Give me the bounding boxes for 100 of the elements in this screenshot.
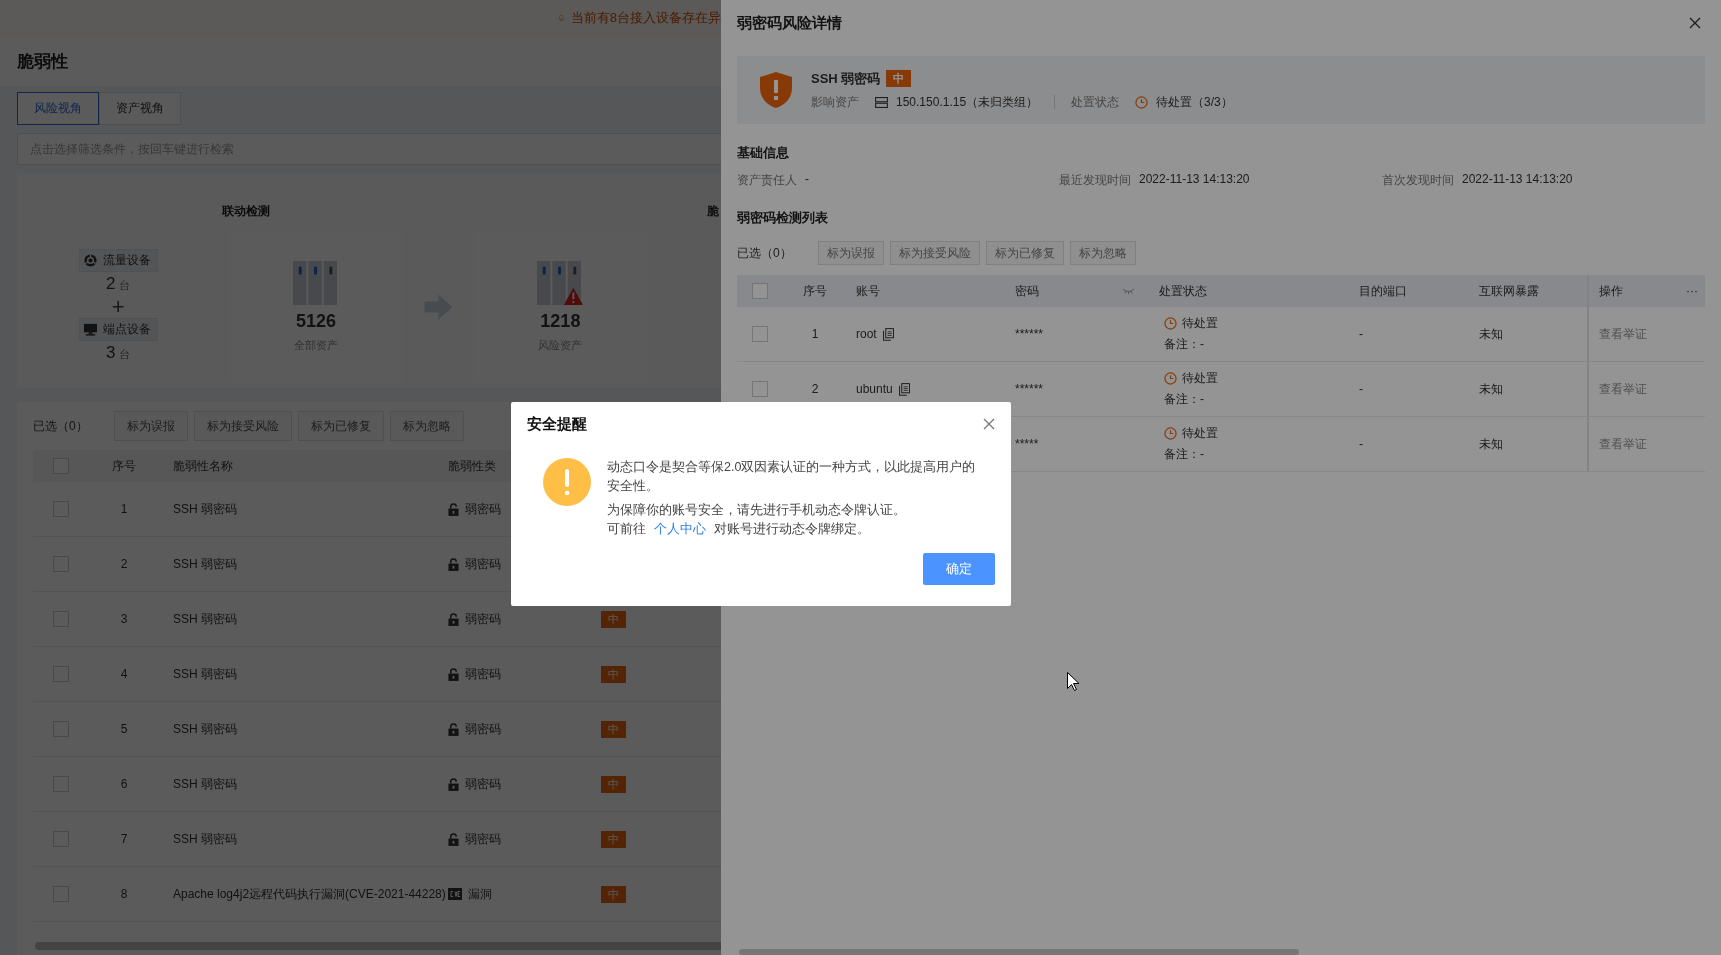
- device-label: 流量设备: [102, 252, 151, 269]
- table-cell: 漏洞: [468, 885, 492, 903]
- table-cell-text: *****: [1014, 437, 1040, 451]
- table-cell: 弱密码: [465, 830, 501, 848]
- column-header: 密码: [1015, 282, 1039, 300]
- personal-center-link[interactable]: 个人中心: [654, 520, 706, 539]
- selected-count: 已选（0）: [737, 244, 792, 262]
- risk-name: SSH 弱密码: [811, 69, 881, 88]
- table-cell: 弱密码: [465, 610, 501, 628]
- copy-icon[interactable]: [898, 382, 910, 396]
- field-label: 影响资产: [811, 93, 859, 111]
- selected-count: 已选（0）: [33, 417, 88, 435]
- field-label: 资产责任人: [737, 172, 797, 189]
- dialog-message: 对账号进行动态令牌绑定。: [714, 521, 870, 538]
- table-cell: root: [856, 327, 877, 341]
- scrollbar[interactable]: [739, 949, 1299, 955]
- eye-closed-icon[interactable]: [1122, 287, 1135, 295]
- status-value: 待处置（3/3）: [1156, 93, 1233, 111]
- dialog-title: 安全提醒: [527, 414, 587, 434]
- lock-icon: [448, 557, 459, 571]
- table-cell-text: 1: [119, 502, 129, 516]
- table-cell-text: -: [1358, 327, 1364, 341]
- table-cell-text: SSH 弱密码: [172, 830, 238, 848]
- device-label: 端点设备: [102, 321, 151, 338]
- notice-text: 当前有8台接入设备存在异: [570, 9, 721, 27]
- lock-icon: [448, 777, 459, 791]
- view-tab[interactable]: 风险视角: [17, 92, 99, 125]
- section-title: 脆: [707, 204, 719, 218]
- confirm-button[interactable]: 确定: [923, 553, 995, 585]
- plus-sign: +: [111, 296, 125, 318]
- lock-icon: [448, 612, 459, 626]
- status-text: 待处置: [1182, 315, 1218, 332]
- dialog-message: 为保障你的账号安全，请先进行手机动态令牌认证。: [607, 502, 907, 519]
- table-cell-text: 2: [119, 557, 129, 571]
- table-cell: 弱密码: [465, 500, 501, 518]
- field-value: 2022-11-13 14:13:20: [1139, 172, 1250, 188]
- table-cell: ubuntu: [856, 382, 893, 396]
- drawer-title: 弱密码风险详情: [737, 13, 842, 33]
- table-cell: 弱密码: [465, 665, 501, 683]
- column-header: 序号: [111, 457, 137, 475]
- table-cell-text: SSH 弱密码: [172, 500, 238, 518]
- table-cell: 2: [811, 382, 819, 396]
- note-text: 备注：-: [1164, 391, 1204, 408]
- view-tab[interactable]: 资产视角: [99, 92, 181, 125]
- stat-value: 1218: [540, 311, 581, 332]
- field-value: -: [805, 172, 809, 188]
- lock-icon: [448, 722, 459, 736]
- table-cell-text: 6: [119, 777, 129, 791]
- clock-icon: [1135, 95, 1149, 109]
- column-header: 账号: [855, 282, 881, 300]
- shield-icon: [759, 71, 793, 109]
- device-count: 3: [105, 343, 116, 363]
- table-cell-text: 未知: [1478, 435, 1504, 453]
- monitor-icon: [82, 322, 98, 337]
- warning-icon: [543, 458, 591, 506]
- table-cell-text: ******: [1014, 327, 1045, 341]
- status-text: 待处置: [1182, 425, 1218, 442]
- globe-icon: [82, 253, 98, 268]
- table-cell-text: -: [1358, 437, 1364, 451]
- field-label: 最近发现时间: [1059, 172, 1131, 189]
- table-cell-text: SSH 弱密码: [172, 555, 238, 573]
- asset-value: 150.150.1.15（未归类组）: [896, 93, 1039, 111]
- table-cell-text: 7: [119, 832, 129, 846]
- lock-icon: [448, 667, 459, 681]
- select-all-checkbox[interactable]: [752, 283, 768, 299]
- section-title: 联动检测: [220, 203, 271, 220]
- table-cell: 弱密码: [465, 555, 501, 573]
- column-header: 处置状态: [1158, 282, 1208, 300]
- table-cell-text: SSH 弱密码: [172, 665, 238, 683]
- close-icon[interactable]: [983, 418, 995, 430]
- severity-tag: 中: [601, 610, 626, 628]
- table-cell-text: 8: [119, 887, 129, 901]
- field-label: 首次发现时间: [1382, 172, 1454, 189]
- table-cell-text: ******: [1014, 382, 1045, 396]
- clock-icon: [1164, 427, 1177, 440]
- severity-tag: 中: [601, 720, 626, 738]
- table-cell-text: 4: [119, 667, 129, 681]
- note-text: 备注：-: [1164, 336, 1204, 353]
- pointer-cursor-icon: [1067, 672, 1079, 691]
- table-cell-text: Apache log4j2远程代码执行漏洞(CVE-2021-44228): [172, 885, 443, 903]
- cve-icon: [448, 888, 462, 900]
- close-icon[interactable]: [1689, 17, 1701, 29]
- lock-icon: [448, 502, 459, 516]
- more-button[interactable]: ···: [1677, 284, 1707, 298]
- copy-icon[interactable]: [882, 327, 894, 341]
- severity-tag: 中: [601, 665, 626, 683]
- table-cell-text: SSH 弱密码: [172, 775, 238, 793]
- column-header: 操作: [1587, 275, 1677, 307]
- severity-tag: 中: [886, 70, 912, 87]
- field-label: 处置状态: [1071, 93, 1120, 111]
- section-title: 弱密码检测列表: [737, 209, 829, 227]
- section-title: 基础信息: [737, 144, 790, 162]
- dialog-message: 动态口令是契合等保2.0双因素认证的一种方式，以此提高用户的安全性。: [607, 459, 977, 495]
- row-checkbox[interactable]: [752, 381, 768, 397]
- row-checkbox[interactable]: [752, 326, 768, 342]
- server-rack-drawing: [537, 261, 584, 305]
- column-header: 互联网暴露: [1478, 282, 1540, 300]
- note-text: 备注：-: [1164, 446, 1204, 463]
- severity-tag: 中: [601, 830, 626, 848]
- column-header: 序号: [802, 282, 828, 300]
